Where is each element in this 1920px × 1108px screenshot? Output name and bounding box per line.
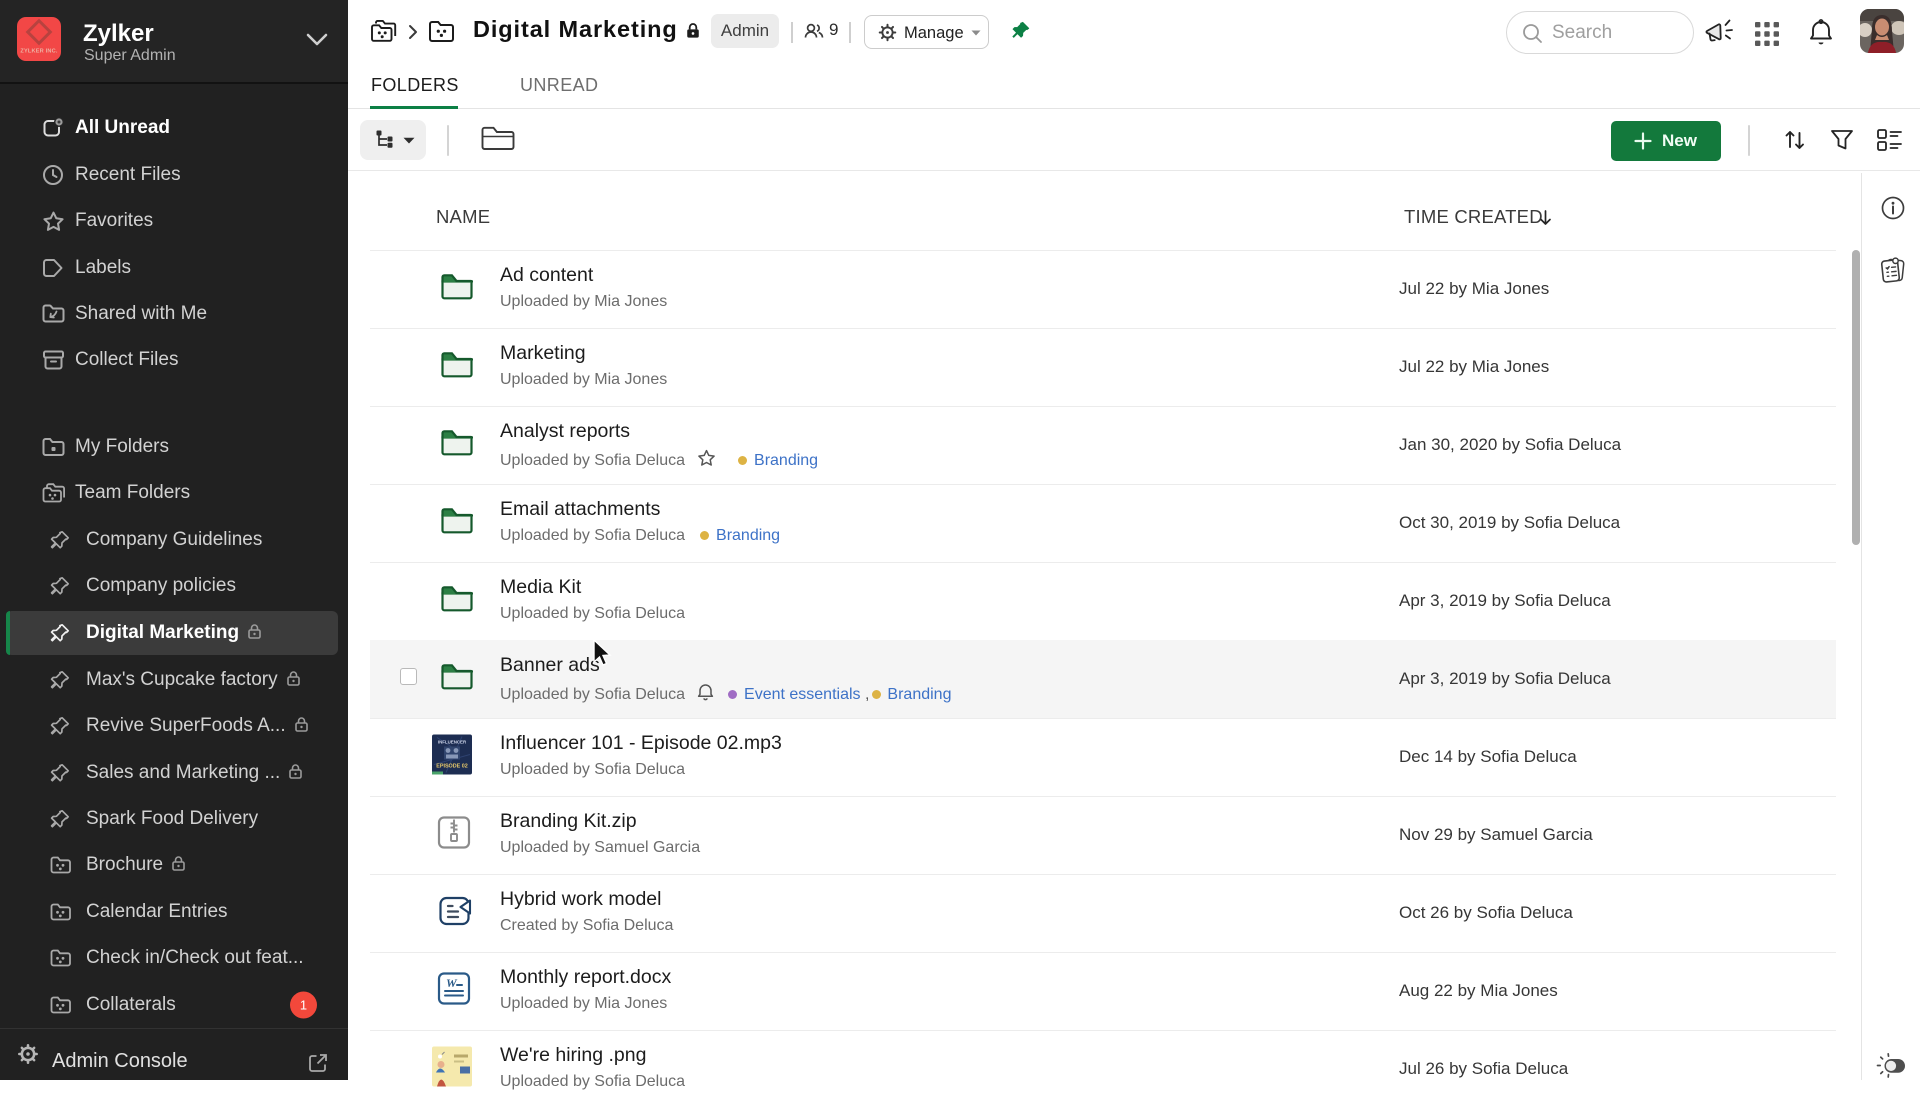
svg-text:ZYLKER INC.: ZYLKER INC. <box>20 49 58 55</box>
svg-text:W: W <box>446 976 458 990</box>
svg-text:INFLUENCER: INFLUENCER <box>438 740 467 745</box>
svg-text:EPISODE 02: EPISODE 02 <box>436 764 467 770</box>
